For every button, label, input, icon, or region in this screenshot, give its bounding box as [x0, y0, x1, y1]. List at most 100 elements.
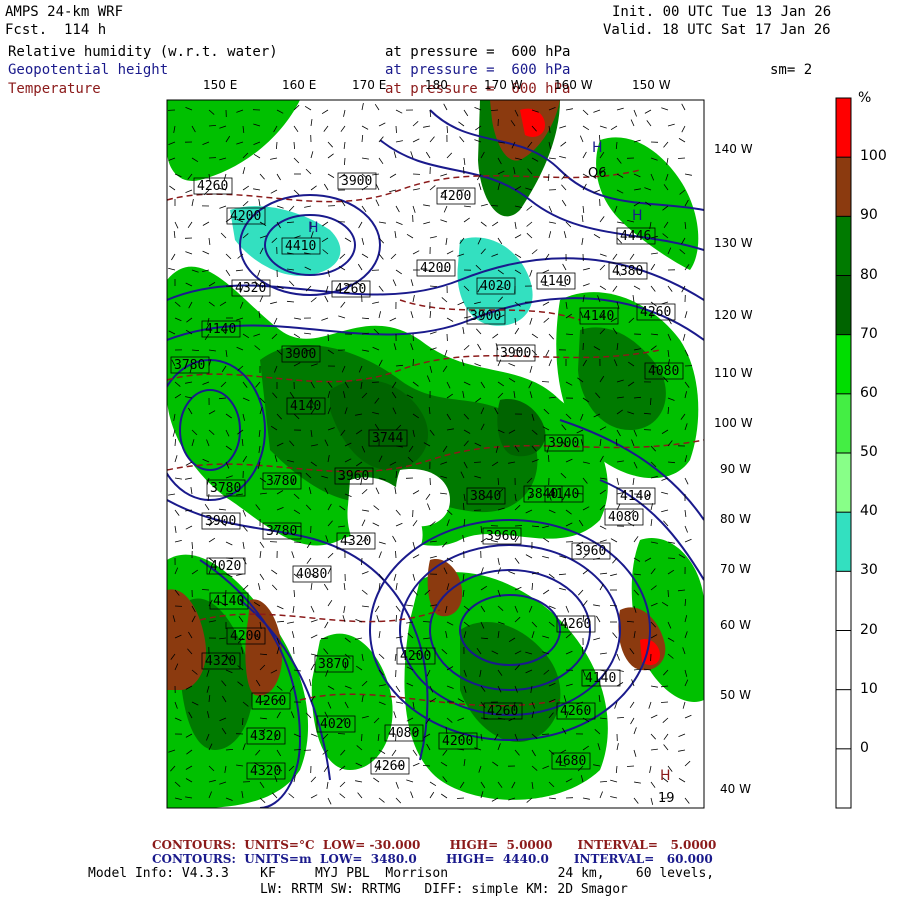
svg-text:4320: 4320 [340, 534, 371, 549]
svg-text:4080: 4080 [608, 510, 639, 525]
high-center-letter: H [592, 140, 603, 156]
height-contour-label: 4260 [556, 615, 596, 633]
svg-text:4140: 4140 [583, 309, 614, 324]
model-info: Model Info: V4.3.3 KF MYJ PBL Morrison 2… [88, 866, 715, 881]
height-contour-label: 4020 [476, 277, 516, 295]
svg-text:3780: 3780 [266, 474, 297, 489]
high-center-letter: H [660, 768, 671, 784]
colorbar-segment [836, 689, 851, 750]
svg-text:4260: 4260 [487, 704, 518, 719]
svg-text:3840: 3840 [470, 489, 501, 504]
svg-text:4380: 4380 [612, 264, 643, 279]
svg-text:3780: 3780 [174, 358, 205, 373]
height-contour-label: 3780 [206, 479, 246, 497]
svg-text:4080: 4080 [388, 726, 419, 741]
height-contour-label: 4320 [336, 532, 376, 550]
colorbar-segment [836, 571, 851, 631]
wind-barb [242, 717, 244, 726]
svg-text:4020: 4020 [320, 717, 351, 732]
height-contour-label: 4200 [438, 732, 478, 750]
wind-barb [293, 749, 302, 751]
svg-text:3960: 3960 [575, 544, 606, 559]
wind-barb [395, 125, 397, 134]
height-contour-label: 4680 [551, 752, 591, 770]
height-contour-info: CONTOURS: UNITS=m LOW= 3480.0 HIGH= 4440… [152, 852, 713, 866]
colorbar-tick-label: 60 [860, 384, 878, 401]
height-contour-label: 3960 [571, 542, 611, 560]
height-contour-label: 4260 [636, 303, 676, 321]
height-contour-label: 4260 [331, 280, 371, 298]
svg-text:4140: 4140 [585, 671, 616, 686]
height-contour-label: 4020 [206, 557, 246, 575]
colorbar-unit: % [858, 90, 872, 106]
physics-info: LW: RRTM SW: RRTMG DIFF: simple KM: 2D S… [260, 882, 628, 897]
svg-text:3744: 3744 [372, 431, 403, 446]
wind-barb [201, 589, 210, 591]
colorbar-segment [836, 748, 851, 809]
height-contour-label: 3900 [281, 345, 321, 363]
colorbar-segment [836, 512, 851, 572]
wind-barb [541, 733, 550, 735]
high-center-value: 19 [658, 791, 675, 806]
wind-barb [361, 557, 363, 566]
map-layer [167, 100, 704, 808]
svg-text:4140: 4140 [213, 594, 244, 609]
svg-text:4200: 4200 [230, 209, 261, 224]
height-contour-label: 4080 [644, 362, 684, 380]
wind-barb [667, 589, 669, 598]
height-contour-label: 3900 [466, 307, 506, 325]
svg-text:4260: 4260 [335, 282, 366, 297]
svg-text:4080: 4080 [296, 567, 327, 582]
wind-barb [422, 765, 431, 767]
height-contour-label: 4200 [226, 207, 266, 225]
colorbar-tick-label: 30 [860, 562, 878, 579]
humidity-colorbar [836, 98, 851, 809]
height-contour-label: 4140 [616, 487, 656, 505]
height-contour-label: 4260 [370, 757, 410, 775]
wind-barb [660, 701, 669, 703]
height-contour-label: 4320 [201, 652, 241, 670]
height-contour-label: 4260 [483, 702, 523, 720]
svg-text:4200: 4200 [420, 261, 451, 276]
wind-barb [626, 765, 635, 767]
svg-text:4200: 4200 [400, 649, 431, 664]
height-contour-label: 4080 [384, 724, 424, 742]
wind-barb [327, 333, 329, 342]
colorbar-tick-label: 70 [860, 325, 878, 342]
height-contour-label: 3900 [201, 512, 241, 530]
svg-text:3780: 3780 [210, 481, 241, 496]
height-contour-label: 4446 [616, 227, 656, 245]
wind-barb [371, 381, 380, 383]
height-contour-label: 3960 [482, 527, 522, 545]
colorbar-segment [836, 630, 851, 691]
svg-text:3900: 3900 [205, 514, 236, 529]
svg-text:3900: 3900 [470, 309, 501, 324]
colorbar-tick-label: 50 [860, 444, 878, 460]
colorbar-segment [836, 334, 851, 395]
wind-barb [463, 166, 465, 175]
wind-barb [677, 157, 686, 159]
wind-barb [395, 550, 397, 559]
svg-text:3900: 3900 [548, 436, 579, 451]
colorbar-tick-label: 10 [860, 680, 878, 697]
height-contour-label: 4140 [579, 307, 619, 325]
wind-barb [667, 557, 676, 559]
height-contour-label: 4140 [536, 272, 576, 290]
weather-map: 4260420044104320 426042004140402042004446… [166, 97, 852, 809]
svg-text:4320: 4320 [250, 729, 281, 744]
height-contour-label: 3900 [337, 172, 377, 190]
height-contour-label: 4080 [292, 565, 332, 583]
height-contour-label: 3900 [496, 344, 536, 362]
svg-text:4320: 4320 [205, 654, 236, 669]
svg-text:4260: 4260 [255, 694, 286, 709]
height-contour-label: 4320 [246, 727, 286, 745]
height-contour-label: 4140 [581, 669, 621, 687]
colorbar-tick-label: 20 [860, 621, 878, 638]
height-contour-label: 4200 [396, 647, 436, 665]
svg-text:4140: 4140 [290, 399, 321, 414]
svg-text:4320: 4320 [250, 764, 281, 779]
svg-text:4200: 4200 [230, 629, 261, 644]
svg-text:3900: 3900 [500, 346, 531, 361]
height-contour-label: 4380 [608, 262, 648, 280]
height-contour-label: 4320 [231, 279, 271, 297]
